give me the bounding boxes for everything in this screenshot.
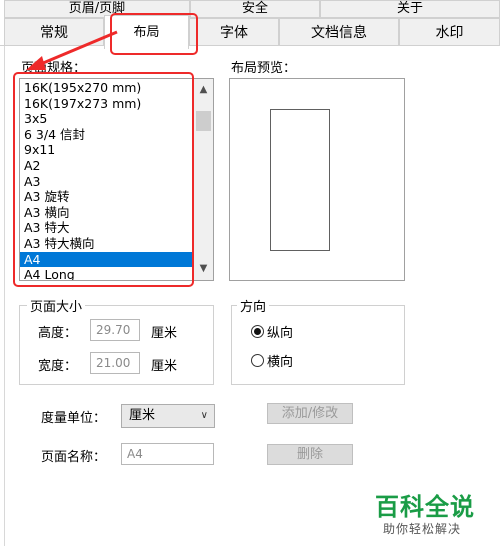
orientation-group (231, 305, 405, 385)
scroll-thumb[interactable] (196, 111, 211, 131)
layout-preview-box (229, 78, 405, 281)
height-label: 高度： (38, 326, 78, 341)
page-size-option[interactable]: 9x11 (20, 142, 193, 158)
page-dimensions-title: 页面大小 (27, 296, 86, 315)
page-size-option[interactable]: 3x5 (20, 111, 193, 127)
page-size-option[interactable]: A4 (20, 251, 193, 268)
tab-security[interactable]: 安全 (190, 0, 320, 18)
orientation-title: 方向 (237, 296, 270, 315)
page-size-option[interactable]: A3 横向 (20, 205, 193, 221)
width-unit: 厘米 (151, 359, 178, 374)
height-unit: 厘米 (151, 326, 178, 341)
chevron-down-icon: ∨ (200, 410, 208, 421)
page-size-option[interactable]: A3 特大 (20, 220, 193, 236)
tab-font[interactable]: 字体 (189, 18, 279, 46)
page-size-option[interactable]: A3 特大横向 (20, 236, 193, 252)
height-field[interactable]: 29.70 (90, 319, 140, 341)
page-size-option[interactable]: 16K(197x273 mm) (20, 96, 193, 112)
portrait-radio[interactable] (251, 325, 264, 338)
landscape-radio[interactable] (251, 354, 264, 367)
page-size-option[interactable]: 6 3/4 信封 (20, 127, 193, 143)
page-size-option[interactable]: A4 Long (20, 267, 193, 280)
width-field[interactable]: 21.00 (90, 352, 140, 374)
scroll-up-icon[interactable]: ▲ (194, 81, 213, 99)
page-size-option[interactable]: A3 旋转 (20, 189, 193, 205)
page-name-label: 页面名称： (41, 450, 107, 465)
tab-about[interactable]: 关于 (320, 0, 500, 18)
layout-preview-label: 布局预览： (231, 61, 297, 76)
page-size-listbox[interactable]: 16K(195x270 mm) 16K(197x273 mm) 3x5 6 3/4 信… (19, 78, 214, 281)
delete-button[interactable]: 删除 (267, 444, 353, 465)
page-size-option[interactable]: 16K(195x270 mm) (20, 80, 193, 96)
panel-border (4, 46, 5, 546)
portrait-label[interactable]: 纵向 (267, 322, 293, 341)
page-size-option[interactable]: A3 (20, 174, 193, 190)
width-label: 宽度： (38, 359, 78, 374)
tab-watermark[interactable]: 水印 (399, 18, 500, 46)
add-modify-button[interactable]: 添加/修改 (267, 403, 353, 424)
units-value: 厘米 (129, 408, 156, 423)
units-label: 度量单位： (41, 411, 107, 426)
scroll-down-icon[interactable]: ▼ (194, 260, 213, 278)
list-scrollbar[interactable]: ▲ ▼ (193, 79, 213, 280)
page-size-items: 16K(195x270 mm) 16K(197x273 mm) 3x5 6 3/4 信… (20, 80, 193, 280)
page-name-field[interactable]: A4 (121, 443, 214, 465)
landscape-label[interactable]: 横向 (267, 351, 293, 370)
red-arrow-icon (26, 30, 118, 70)
watermark-logo: 百科全说 (375, 493, 475, 521)
watermark-slogan: 助你轻松解决 (383, 522, 462, 536)
tab-document-info[interactable]: 文档信息 (279, 18, 399, 46)
preview-page (270, 109, 330, 251)
units-select[interactable]: 厘米 ∨ (121, 404, 215, 428)
page-size-option[interactable]: A2 (20, 158, 193, 174)
